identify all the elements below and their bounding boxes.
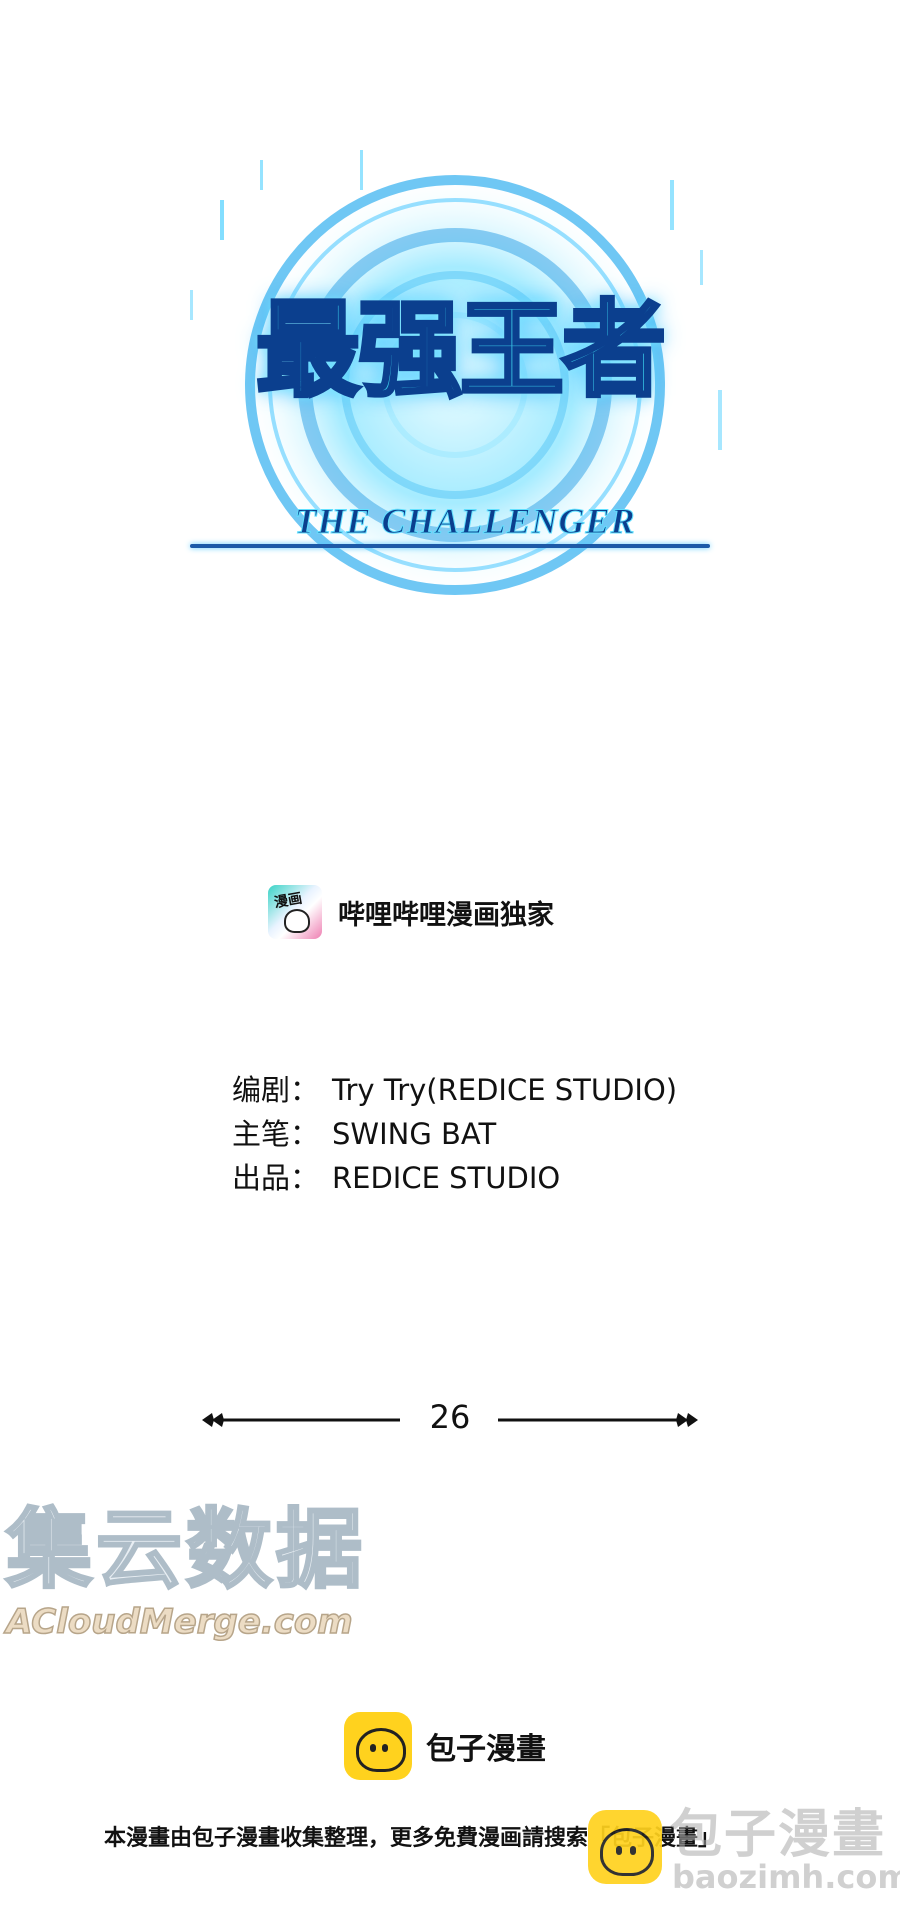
mascot-face-icon	[284, 909, 310, 933]
credit-value: REDICE STUDIO	[332, 1161, 561, 1195]
chapter-divider: 26	[200, 1396, 700, 1446]
credit-row-producer: 出品： REDICE STUDIO	[232, 1156, 677, 1200]
comic-title-logo: 最强王者 THE CHALLENGER	[170, 140, 740, 630]
logo-title-en: THE CHALLENGER	[294, 501, 636, 542]
baozi-watermark-icon	[588, 1810, 662, 1884]
baozi-brand-name: 包子漫畫	[426, 1732, 546, 1767]
logo-underline	[190, 544, 710, 548]
chapter-number: 26	[429, 1398, 471, 1436]
baozi-brand: 包子漫畫	[344, 1712, 546, 1780]
watermark-en: ACloudMerge.com	[5, 1601, 353, 1643]
bilibili-comics-icon: 漫画	[268, 885, 322, 939]
credit-row-writer: 编剧： Try Try(REDICE STUDIO)	[232, 1068, 677, 1112]
logo-title-cn: 最强王者	[254, 288, 668, 412]
credit-label: 出品：	[232, 1161, 320, 1195]
acloudmerge-watermark: 集云数据 ACloudMerge.com	[5, 1499, 366, 1643]
credits-block: 编剧： Try Try(REDICE STUDIO) 主笔： SWING BAT…	[232, 1068, 677, 1200]
bilibili-exclusive: 漫画 哔哩哔哩漫画独家	[268, 884, 554, 940]
corner-watermark-cn: 包子漫畫	[670, 1805, 887, 1865]
baozimh-corner-watermark: 包子漫畫 baozimh.com	[588, 1788, 900, 1908]
credit-row-artist: 主笔： SWING BAT	[232, 1112, 677, 1156]
credit-label: 主笔：	[232, 1117, 320, 1151]
credit-value: SWING BAT	[332, 1117, 497, 1151]
watermark-cn: 集云数据	[5, 1499, 366, 1602]
credit-label: 编剧：	[232, 1073, 320, 1107]
corner-watermark-url: baozimh.com	[672, 1858, 900, 1896]
exclusive-label: 哔哩哔哩漫画独家	[338, 899, 554, 931]
credit-value: Try Try(REDICE STUDIO)	[332, 1073, 678, 1107]
baozi-logo-icon	[344, 1712, 412, 1780]
